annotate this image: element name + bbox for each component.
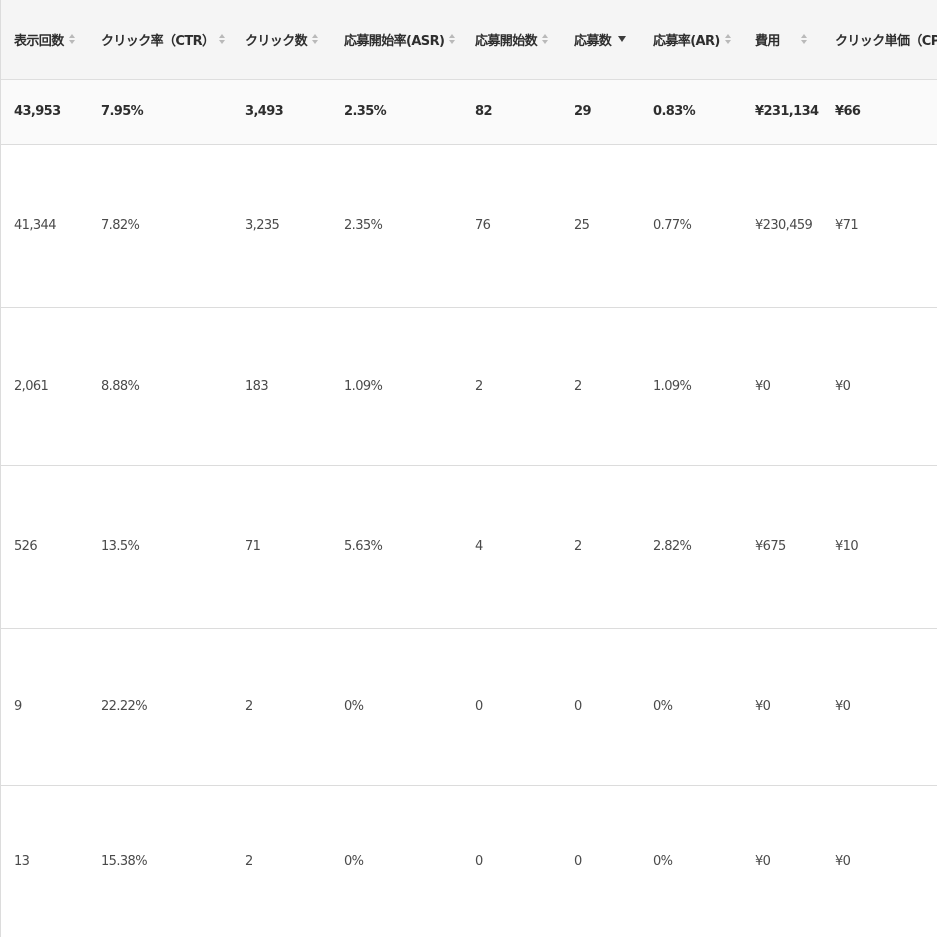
cell-ctr: 8.88%: [88, 307, 232, 466]
cell-applications: 2: [561, 465, 640, 629]
column-header-impressions[interactable]: 表示回数: [1, 0, 88, 80]
table-row: 526 13.5% 71 5.63% 4 2 2.82% ¥675 ¥10: [1, 465, 937, 629]
cell-cost: ¥0: [742, 628, 822, 786]
cell-application-starts: 0: [475, 853, 483, 869]
table-row: 2,061 8.88% 183 1.09% 2 2 1.09% ¥0 ¥0: [1, 307, 937, 466]
column-header-applications[interactable]: 応募数: [561, 0, 640, 80]
column-header-cpc[interactable]: クリック単価（CPC）: [822, 0, 937, 80]
cell-cpc: ¥0: [822, 307, 937, 466]
cell-asr: 0%: [344, 853, 364, 869]
cell-cpc: ¥0: [835, 853, 851, 869]
cell-cpc: ¥71: [822, 144, 937, 308]
cell-cost: ¥0: [755, 853, 771, 869]
table-header: 表示回数 クリック率（CTR） クリック数 応募開始率(ASR) 応募開始数 応…: [1, 0, 937, 80]
cell-applications: 25: [561, 144, 640, 308]
cell-impressions: 526: [1, 465, 88, 629]
cell-cpc: ¥10: [822, 465, 937, 629]
cell-applications: 0: [574, 853, 582, 869]
cell-clicks: 183: [232, 307, 331, 466]
cell-cpc: ¥0: [822, 628, 937, 786]
cell-impressions: 13: [14, 853, 30, 869]
column-header-label: クリック率（CTR）: [101, 33, 215, 49]
column-header-ar[interactable]: 応募率(AR): [640, 0, 742, 80]
column-header-clicks[interactable]: クリック数: [232, 0, 331, 80]
performance-table: 表示回数 クリック率（CTR） クリック数 応募開始率(ASR) 応募開始数 応…: [1, 0, 937, 937]
total-applications: 29: [561, 79, 640, 145]
table-row: 13 15.38% 2 0% 0 0 0% ¥0 ¥0: [1, 785, 937, 937]
total-application-starts: 82: [462, 79, 561, 145]
total-cost: ¥231,134: [742, 79, 822, 145]
column-header-label: 応募率(AR): [653, 33, 720, 49]
column-header-cost[interactable]: 費用: [742, 0, 822, 80]
column-header-label: 応募開始数: [475, 33, 538, 49]
sort-updown-icon[interactable]: [68, 32, 77, 46]
table-body: 43,953 7.95% 3,493 2.35% 82 29 0.83% ¥23…: [1, 79, 937, 937]
cell-asr: 2.35%: [331, 144, 462, 308]
cell-clicks: 2: [245, 853, 253, 869]
header-row: 表示回数 クリック率（CTR） クリック数 応募開始率(ASR) 応募開始数 応…: [1, 0, 937, 80]
sort-updown-icon[interactable]: [800, 32, 809, 46]
sort-updown-icon[interactable]: [724, 32, 733, 46]
cell-asr: 1.09%: [331, 307, 462, 466]
total-cpc: ¥66: [822, 79, 937, 145]
sort-updown-icon[interactable]: [312, 32, 320, 46]
cell-ctr: 15.38%: [101, 853, 148, 869]
cell-asr: 0%: [331, 628, 462, 786]
table-row: 9 22.22% 2 0% 0 0 0% ¥0 ¥0: [1, 628, 937, 786]
cell-ar: 1.09%: [640, 307, 742, 466]
cell-ar: 0%: [653, 853, 673, 869]
cell-applications: 0: [561, 628, 640, 786]
cell-applications: 2: [561, 307, 640, 466]
cell-impressions: 2,061: [1, 307, 88, 466]
cell-application-starts: 2: [462, 307, 561, 466]
column-header-application-starts[interactable]: 応募開始数: [462, 0, 561, 80]
total-row: 43,953 7.95% 3,493 2.35% 82 29 0.83% ¥23…: [1, 79, 937, 145]
cell-ar: 0.77%: [640, 144, 742, 308]
cell-cost: ¥0: [742, 307, 822, 466]
cell-ar: 2.82%: [640, 465, 742, 629]
total-asr: 2.35%: [331, 79, 462, 145]
column-header-label: クリック単価（CPC）: [835, 33, 937, 49]
cell-clicks: 3,235: [232, 144, 331, 308]
column-header-label: 費用: [755, 33, 780, 49]
cell-impressions: 41,344: [1, 144, 88, 308]
total-ar: 0.83%: [640, 79, 742, 145]
cell-cost: ¥675: [742, 465, 822, 629]
table-row: 41,344 7.82% 3,235 2.35% 76 25 0.77% ¥23…: [1, 144, 937, 308]
sort-updown-icon[interactable]: [542, 32, 550, 46]
sort-updown-icon[interactable]: [449, 32, 457, 46]
column-header-label: 表示回数: [14, 33, 64, 49]
column-header-label: 応募数: [574, 33, 612, 49]
cell-application-starts: 76: [462, 144, 561, 308]
cell-clicks: 2: [232, 628, 331, 786]
cell-ctr: 7.82%: [88, 144, 232, 308]
total-ctr: 7.95%: [88, 79, 232, 145]
column-header-ctr[interactable]: クリック率（CTR）: [88, 0, 232, 80]
cell-impressions: 9: [1, 628, 88, 786]
sort-updown-icon[interactable]: [219, 32, 227, 46]
total-clicks: 3,493: [232, 79, 331, 145]
sort-down-icon[interactable]: [618, 36, 627, 43]
performance-table-container: 表示回数 クリック率（CTR） クリック数 応募開始率(ASR) 応募開始数 応…: [0, 0, 937, 937]
column-header-label: 応募開始率(ASR): [344, 33, 445, 49]
column-header-asr[interactable]: 応募開始率(ASR): [331, 0, 462, 80]
cell-ar: 0%: [640, 628, 742, 786]
cell-ctr: 22.22%: [88, 628, 232, 786]
total-impressions: 43,953: [1, 79, 88, 145]
cell-clicks: 71: [232, 465, 331, 629]
cell-ctr: 13.5%: [88, 465, 232, 629]
cell-cost: ¥230,459: [742, 144, 822, 308]
cell-asr: 5.63%: [331, 465, 462, 629]
cell-application-starts: 4: [462, 465, 561, 629]
cell-application-starts: 0: [462, 628, 561, 786]
column-header-label: クリック数: [245, 33, 308, 49]
